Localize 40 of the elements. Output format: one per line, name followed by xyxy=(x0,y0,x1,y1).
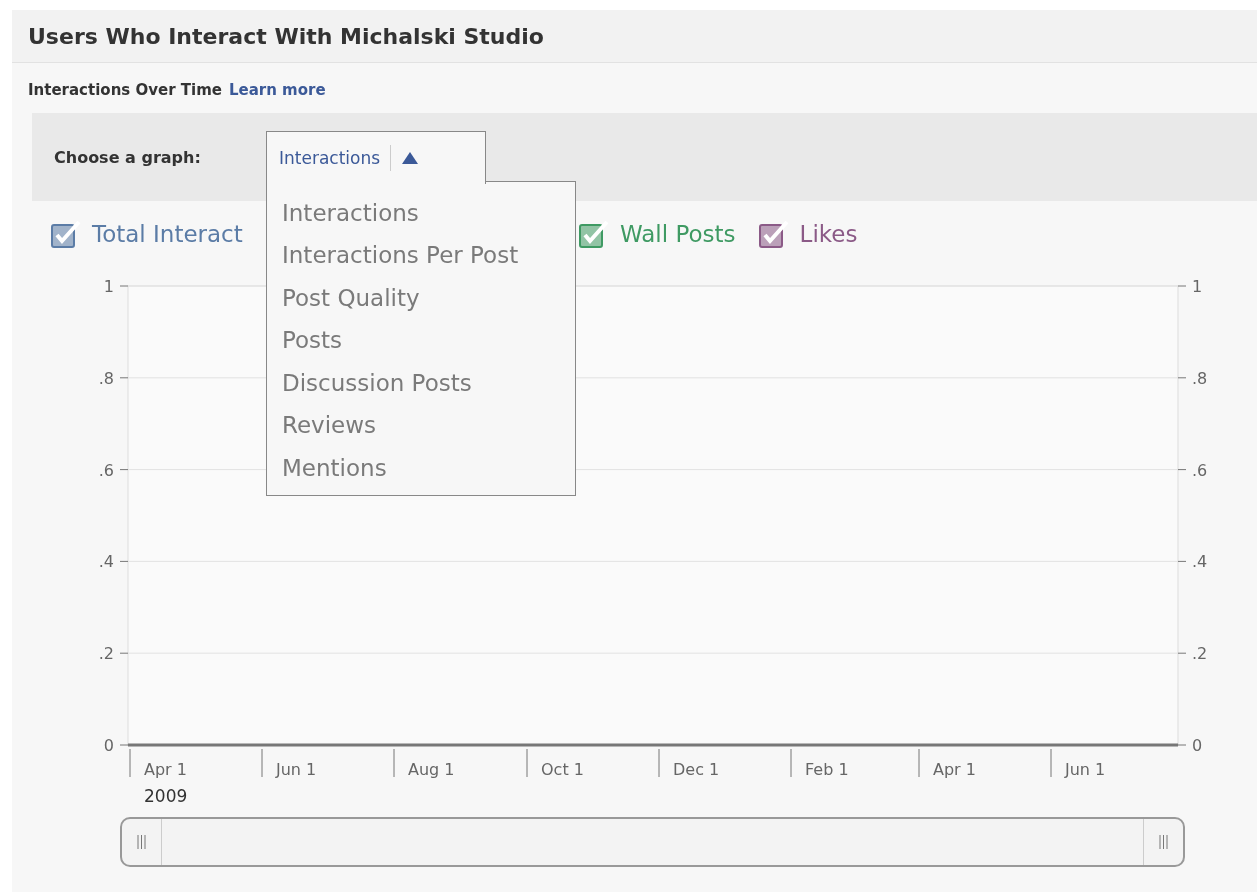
grip-icon xyxy=(1159,835,1168,849)
y-tick-label: 0 xyxy=(103,736,114,755)
grip-icon xyxy=(137,835,146,849)
menu-item[interactable]: Posts xyxy=(282,325,575,368)
y-tick-label: .8 xyxy=(98,368,114,388)
menu-item[interactable]: Interactions xyxy=(282,198,575,241)
menu-item[interactable]: Mentions xyxy=(282,452,575,495)
y-tick-label: .4 xyxy=(98,552,114,572)
y-tick-label: 1 xyxy=(1192,277,1203,296)
page-title: Users Who Interact With Michalski Studio xyxy=(28,23,544,49)
graph-dropdown[interactable]: Interactions xyxy=(266,131,486,184)
x-tick-label: Feb 1 xyxy=(805,760,849,779)
x-tick-label: Apr 1 xyxy=(933,760,976,779)
x-tick-label: Dec 1 xyxy=(673,760,720,779)
range-scrollbar[interactable] xyxy=(120,817,1185,867)
caret-icon xyxy=(401,151,420,165)
menu-item[interactable]: Post Quality xyxy=(282,282,575,326)
x-tick-label: Oct 1 xyxy=(541,760,584,779)
legend-label: Likes xyxy=(799,221,858,247)
menu-item[interactable]: Interactions Per Post xyxy=(282,240,575,283)
y-tick-label: .8 xyxy=(1192,368,1208,388)
x-tick-label: Aug 1 xyxy=(408,760,455,779)
x-tick-label: Jun 1 xyxy=(276,760,317,779)
menu-item[interactable]: Reviews xyxy=(282,410,575,453)
year-label: 2009 xyxy=(144,786,188,806)
legend-label: Total Interact xyxy=(92,221,243,247)
y-tick-label: .6 xyxy=(98,460,114,480)
y-tick-label: .4 xyxy=(1192,552,1208,572)
legend-label: Wall Posts xyxy=(620,221,736,247)
y-tick-label: 1 xyxy=(103,277,114,296)
x-tick-label: Apr 1 xyxy=(144,760,187,779)
section-title: Interactions Over Time xyxy=(28,81,222,99)
menu-item[interactable]: Discussion Posts xyxy=(282,367,575,411)
learn-more-link[interactable]: Learn more xyxy=(228,81,326,99)
y-tick-label: 0 xyxy=(1192,736,1203,755)
y-tick-label: .6 xyxy=(1192,460,1208,480)
picker-label: Choose a graph: xyxy=(54,147,201,167)
y-tick-label: .2 xyxy=(1192,644,1208,664)
x-tick-label: Jun 1 xyxy=(1065,760,1106,779)
y-tick-label: .2 xyxy=(98,644,114,664)
